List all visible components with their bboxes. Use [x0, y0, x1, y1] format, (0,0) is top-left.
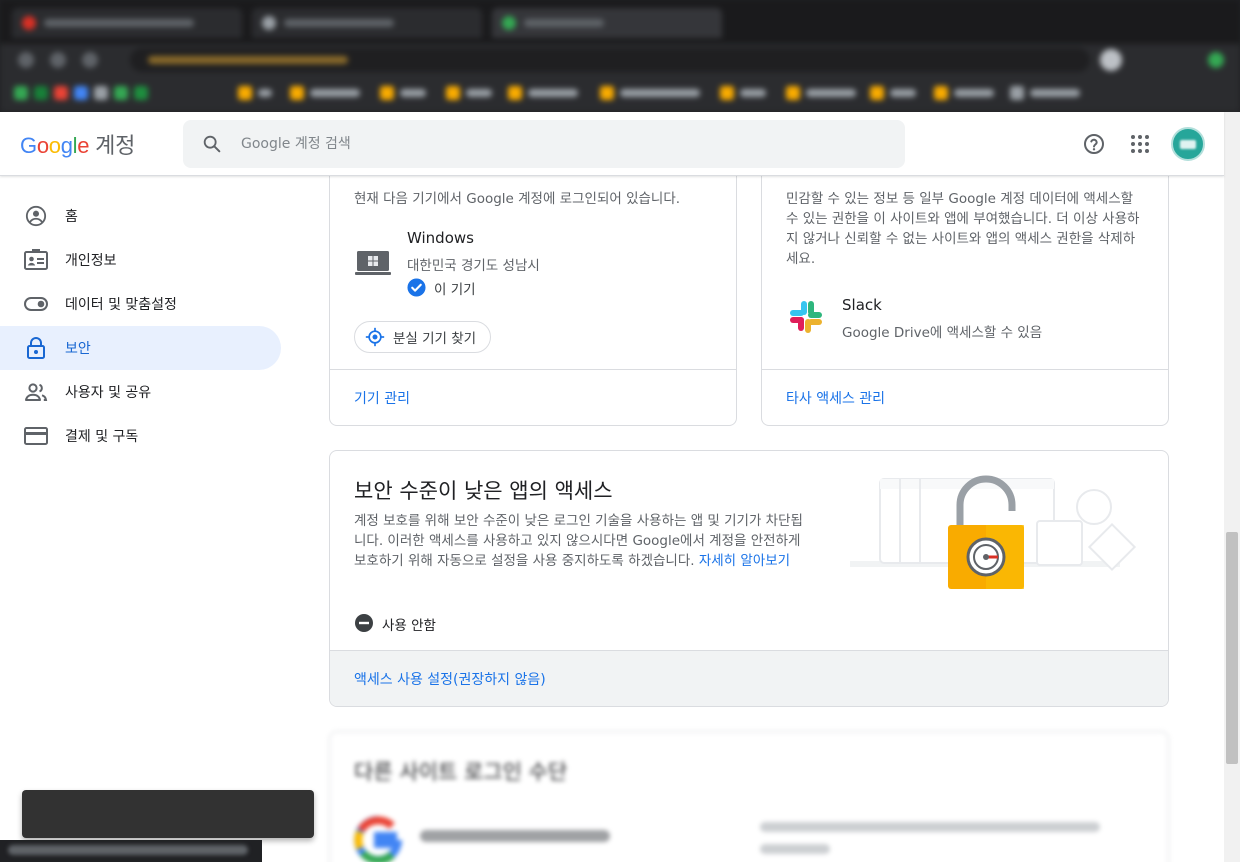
toggle-icon [24, 292, 48, 316]
device-location: 대한민국 경기도 성남시 [407, 258, 540, 274]
sidebar-item-security[interactable]: 보안 [0, 326, 281, 370]
slack-icon [790, 301, 822, 333]
help-icon[interactable] [1078, 128, 1110, 160]
app-name: Slack [842, 296, 882, 314]
lock-icon [24, 336, 48, 360]
toast-notification [22, 790, 314, 838]
learn-more-link[interactable]: 자세히 알아보기 [699, 553, 790, 569]
sidebar-item-payments[interactable]: 결제 및 구독 [0, 414, 281, 458]
id-card-icon [24, 248, 48, 272]
laptop-icon [355, 251, 391, 275]
sidebar-item-data-privacy[interactable]: 데이터 및 맞춤설정 [0, 282, 281, 326]
app-access-description: Google Drive에 액세스할 수 있음 [842, 325, 1043, 341]
sidebar-item-personal-info[interactable]: 개인정보 [0, 238, 281, 282]
google-wordmark: Google [20, 133, 90, 158]
credit-card-icon [24, 424, 48, 448]
check-circle-icon [407, 278, 426, 297]
manage-devices-link[interactable]: 기기 관리 [330, 369, 736, 425]
sidebar-nav: 홈 개인정보 데이터 및 맞춤설정 보안 사용자 및 공유 결제 및 구독 [0, 194, 300, 458]
search-icon[interactable] [201, 133, 223, 155]
browser-chrome [0, 0, 1240, 112]
third-party-description: 민감할 수 있는 정보 등 일부 Google 계정 데이터에 액세스할 수 있… [786, 191, 1140, 267]
sidebar-item-label: 개인정보 [65, 253, 117, 269]
app-header: Google 계정 [0, 112, 1224, 176]
people-icon [24, 380, 48, 404]
find-device-label: 분실 기기 찾기 [393, 331, 477, 347]
apps-grid-icon[interactable] [1124, 128, 1156, 160]
find-device-button[interactable]: 분실 기기 찾기 [354, 321, 492, 353]
less-secure-apps-card: 보안 수준이 낮은 앱의 액세스 계정 보호를 위해 보안 수준이 낮은 로그인… [329, 450, 1169, 707]
google-g-icon [354, 816, 402, 862]
less-secure-title: 보안 수준이 낮은 앱의 액세스 [354, 479, 613, 503]
product-name: 계정 [95, 133, 136, 158]
home-account-icon [24, 204, 48, 228]
devices-description: 현재 다음 기기에서 Google 계정에 로그인되어 있습니다. [354, 191, 681, 207]
third-party-access-card: 민감할 수 있는 정보 등 일부 Google 계정 데이터에 액세스할 수 있… [761, 140, 1169, 426]
scrollbar-thumb[interactable] [1226, 532, 1238, 764]
other-signin-title: 다른 사이트 로그인 수단 [354, 760, 568, 784]
search-input[interactable] [241, 120, 881, 168]
sidebar-item-label: 사용자 및 공유 [65, 385, 152, 401]
account-avatar[interactable] [1171, 127, 1205, 161]
browser-status-bar [0, 840, 262, 862]
manage-third-party-link[interactable]: 타사 액세스 관리 [762, 369, 1168, 425]
other-signin-card: 다른 사이트 로그인 수단 [329, 731, 1169, 862]
locate-icon [365, 327, 385, 347]
sidebar-item-label: 결제 및 구독 [65, 429, 139, 445]
sidebar-item-home[interactable]: 홈 [0, 194, 281, 238]
devices-card: 현재 다음 기기에서 Google 계정에 로그인되어 있습니다. Window… [329, 140, 737, 426]
search-box[interactable] [183, 120, 905, 168]
google-account-logo[interactable]: Google 계정 [20, 128, 135, 160]
less-secure-status: 사용 안함 [382, 618, 436, 634]
enable-access-link[interactable]: 액세스 사용 설정(권장하지 않음) [330, 650, 1168, 706]
sidebar-item-label: 데이터 및 맞춤설정 [65, 297, 177, 313]
disabled-status-icon [355, 614, 373, 632]
sidebar-item-label: 홈 [65, 209, 78, 225]
sidebar-item-label: 보안 [65, 341, 91, 357]
open-lock-illustration [850, 475, 1137, 589]
device-name: Windows [407, 229, 474, 247]
this-device-label: 이 기기 [434, 282, 476, 298]
sidebar-item-people-sharing[interactable]: 사용자 및 공유 [0, 370, 281, 414]
